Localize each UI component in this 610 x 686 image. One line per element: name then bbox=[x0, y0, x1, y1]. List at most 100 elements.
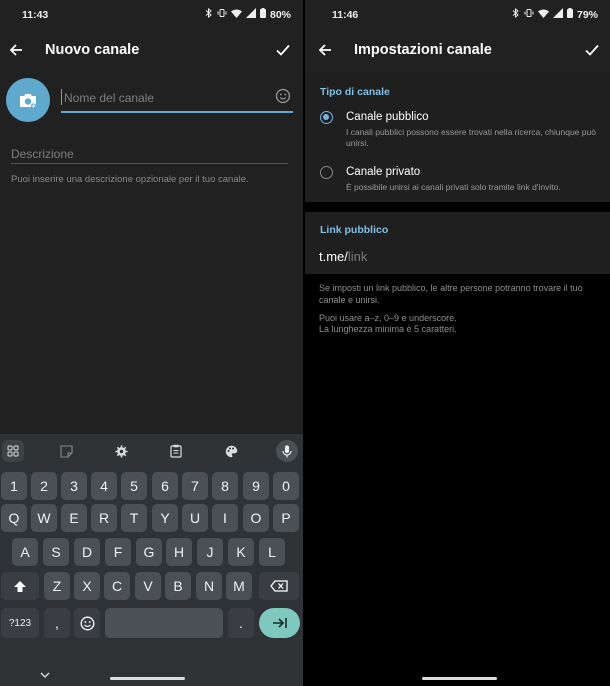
emoji-button[interactable] bbox=[275, 88, 291, 109]
check-icon bbox=[276, 44, 290, 56]
link-rules-info: Puoi usare a–z, 0–9 e underscore. bbox=[319, 313, 457, 323]
sticker-button[interactable] bbox=[55, 440, 77, 462]
add-camera-icon bbox=[20, 94, 37, 109]
gesture-navigation-bar[interactable] bbox=[422, 677, 497, 680]
arrow-left-icon bbox=[318, 44, 331, 56]
emoji-key[interactable] bbox=[74, 608, 100, 638]
key-f[interactable]: F bbox=[105, 538, 131, 566]
back-button[interactable] bbox=[313, 38, 337, 62]
status-bar: 11:43 80% bbox=[0, 0, 303, 28]
key-s[interactable]: S bbox=[43, 538, 69, 566]
shift-key[interactable] bbox=[1, 572, 39, 600]
description-hint: Puoi inserire una descrizione opzionale … bbox=[11, 174, 249, 185]
description-input[interactable]: Descrizione bbox=[11, 144, 288, 164]
key-7[interactable]: 7 bbox=[182, 472, 208, 500]
sticker-icon bbox=[59, 444, 73, 458]
key-3[interactable]: 3 bbox=[61, 472, 87, 500]
gesture-navigation-bar[interactable] bbox=[110, 677, 185, 680]
public-link-input[interactable]: t.me/link bbox=[319, 249, 367, 264]
key-p[interactable]: P bbox=[273, 504, 299, 532]
key-j[interactable]: J bbox=[197, 538, 223, 566]
key-b[interactable]: B bbox=[165, 572, 191, 600]
private-channel-radio[interactable] bbox=[320, 166, 333, 179]
app-bar: Impostazioni canale bbox=[305, 28, 610, 72]
key-2[interactable]: 2 bbox=[31, 472, 57, 500]
theme-button[interactable] bbox=[220, 440, 242, 462]
keyboard-number-row: 1 2 3 4 5 6 7 8 9 0 bbox=[0, 472, 303, 500]
hide-keyboard-button[interactable] bbox=[40, 666, 50, 684]
back-button[interactable] bbox=[4, 38, 28, 62]
smiley-icon bbox=[275, 88, 291, 104]
private-channel-description: È possibile unirsi ai canali privati sol… bbox=[346, 182, 561, 192]
public-channel-title[interactable]: Canale pubblico bbox=[346, 111, 428, 123]
period-key[interactable]: . bbox=[228, 608, 254, 638]
space-key[interactable] bbox=[105, 608, 223, 638]
page-title: Nuovo canale bbox=[45, 42, 140, 58]
set-channel-photo-button[interactable] bbox=[6, 78, 50, 122]
keyboard-apps-button[interactable] bbox=[2, 440, 24, 462]
key-t[interactable]: T bbox=[121, 504, 147, 532]
symbols-key[interactable]: ?123 bbox=[1, 608, 39, 638]
private-channel-title[interactable]: Canale privato bbox=[346, 166, 420, 178]
signal-icon bbox=[552, 8, 563, 21]
key-h[interactable]: H bbox=[166, 538, 192, 566]
bluetooth-icon bbox=[205, 7, 213, 21]
new-channel-screen: 11:43 80% Nuovo canale Nome del canale D… bbox=[0, 0, 303, 686]
channel-type-heading: Tipo di canale bbox=[320, 86, 390, 98]
keyboard-settings-button[interactable] bbox=[110, 440, 132, 462]
voice-input-button[interactable] bbox=[276, 440, 298, 462]
confirm-button[interactable] bbox=[580, 38, 604, 62]
key-e[interactable]: E bbox=[61, 504, 87, 532]
keyboard-row-2: A S D F G H J K L bbox=[0, 538, 303, 566]
channel-name-input[interactable]: Nome del canale bbox=[61, 86, 293, 113]
chevron-down-icon bbox=[40, 672, 50, 678]
key-g[interactable]: G bbox=[136, 538, 162, 566]
palette-icon bbox=[225, 445, 237, 457]
key-a[interactable]: A bbox=[12, 538, 38, 566]
wifi-icon bbox=[537, 9, 549, 21]
key-r[interactable]: R bbox=[91, 504, 117, 532]
confirm-button[interactable] bbox=[271, 38, 295, 62]
key-5[interactable]: 5 bbox=[121, 472, 147, 500]
link-length-info: La lunghezza minima è 5 caratteri. bbox=[319, 324, 457, 334]
public-link-section bbox=[305, 212, 610, 274]
wifi-icon bbox=[230, 9, 242, 21]
key-6[interactable]: 6 bbox=[152, 472, 178, 500]
enter-key[interactable] bbox=[259, 608, 300, 638]
comma-key[interactable]: , bbox=[44, 608, 70, 638]
vibrate-icon bbox=[524, 8, 534, 21]
key-z[interactable]: Z bbox=[44, 572, 70, 600]
key-9[interactable]: 9 bbox=[243, 472, 269, 500]
key-w[interactable]: W bbox=[31, 504, 57, 532]
key-0[interactable]: 0 bbox=[273, 472, 299, 500]
check-icon bbox=[585, 44, 599, 56]
public-link-info: Se imposti un link pubblico, le altre pe… bbox=[319, 283, 583, 305]
key-y[interactable]: Y bbox=[152, 504, 178, 532]
key-c[interactable]: C bbox=[104, 572, 130, 600]
key-l[interactable]: L bbox=[259, 538, 285, 566]
keyboard-row-bottom: ?123 , . bbox=[0, 608, 303, 638]
key-u[interactable]: U bbox=[182, 504, 208, 532]
key-1[interactable]: 1 bbox=[1, 472, 27, 500]
clipboard-icon bbox=[170, 444, 182, 458]
backspace-icon bbox=[270, 580, 288, 592]
key-x[interactable]: X bbox=[74, 572, 100, 600]
key-d[interactable]: D bbox=[74, 538, 100, 566]
battery-level: 79% bbox=[576, 8, 598, 21]
backspace-key[interactable] bbox=[259, 572, 299, 600]
clipboard-button[interactable] bbox=[165, 440, 187, 462]
keyboard-row-1: Q W E R T Y U I O P bbox=[0, 504, 303, 532]
key-v[interactable]: V bbox=[135, 572, 161, 600]
key-q[interactable]: Q bbox=[1, 504, 27, 532]
onscreen-keyboard: 1 2 3 4 5 6 7 8 9 0 Q W E R T Y U I O P … bbox=[0, 434, 303, 686]
public-channel-radio[interactable] bbox=[320, 111, 333, 124]
key-k[interactable]: K bbox=[228, 538, 254, 566]
channel-settings-screen: 11:46 79% Impostazioni canale Tipo di ca… bbox=[305, 0, 610, 686]
key-m[interactable]: M bbox=[226, 572, 252, 600]
key-n[interactable]: N bbox=[196, 572, 222, 600]
key-i[interactable]: I bbox=[212, 504, 238, 532]
key-4[interactable]: 4 bbox=[91, 472, 117, 500]
app-bar: Nuovo canale bbox=[0, 28, 303, 72]
key-8[interactable]: 8 bbox=[212, 472, 238, 500]
key-o[interactable]: O bbox=[243, 504, 269, 532]
